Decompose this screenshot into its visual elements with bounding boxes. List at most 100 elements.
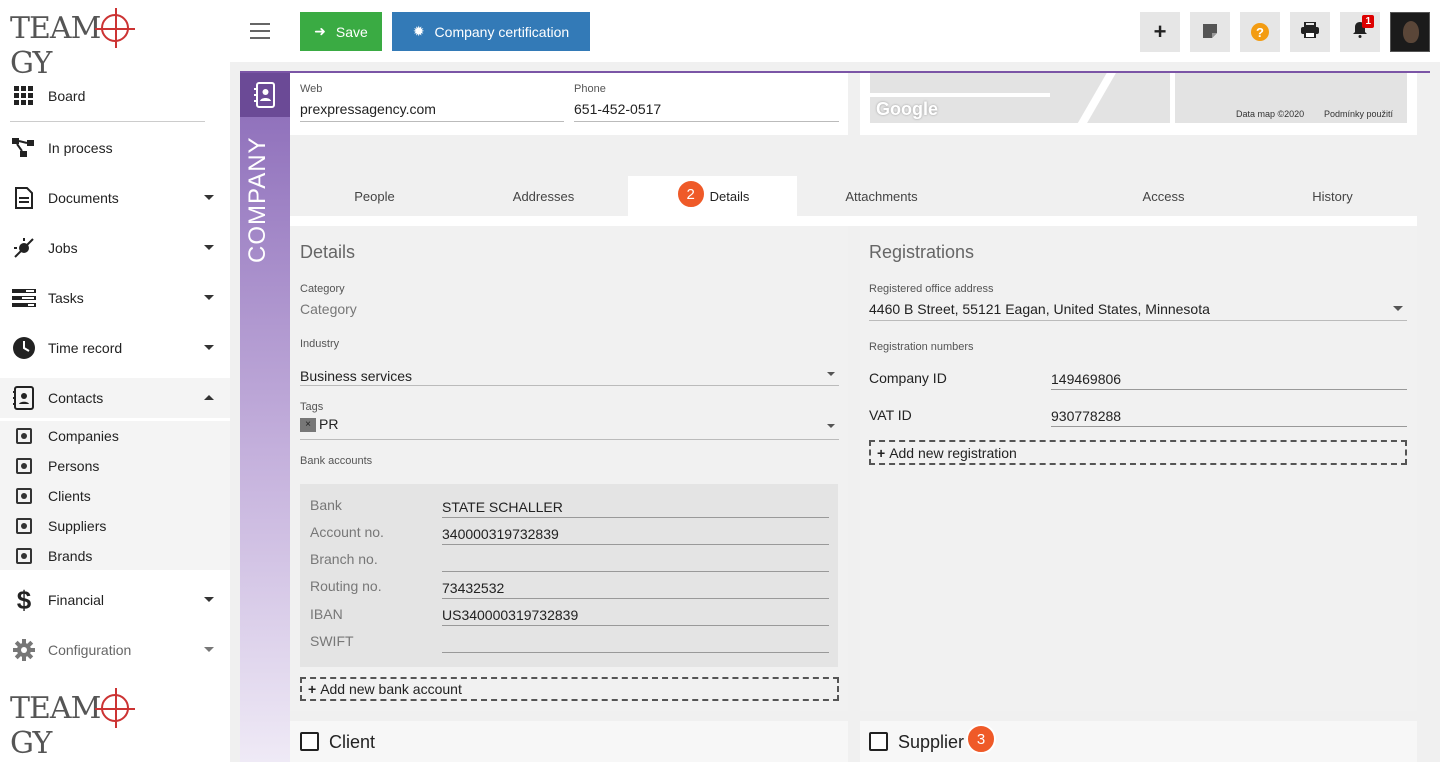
tab-details[interactable]: 2 Details bbox=[628, 176, 797, 216]
sidebar-item-suppliers[interactable]: Suppliers bbox=[0, 511, 230, 541]
sidebar-subitem-label: Persons bbox=[48, 458, 100, 474]
step-badge: 3 bbox=[966, 724, 996, 754]
add-bank-label: Add new bank account bbox=[320, 681, 462, 697]
registrations-title: Registrations bbox=[869, 242, 975, 262]
bank-account-box: Bank STATE SCHALLER Account no. 34000031… bbox=[300, 484, 838, 667]
tags-underline bbox=[300, 439, 839, 440]
phone-field[interactable]: 651-452-0517 bbox=[574, 101, 661, 117]
gear-icon bbox=[12, 638, 36, 662]
tab-addresses[interactable]: Addresses bbox=[459, 176, 628, 216]
contact-card: Web prexpressagency.com Phone 651-452-05… bbox=[290, 73, 848, 135]
save-button[interactable]: ➜ Save bbox=[300, 12, 382, 51]
contacts-icon bbox=[12, 386, 36, 410]
add-bank-account-button[interactable]: + Add new bank account bbox=[300, 677, 839, 701]
supplier-checkbox[interactable] bbox=[869, 732, 888, 751]
sidebar-item-clients[interactable]: Clients bbox=[0, 481, 230, 511]
tab-history[interactable]: History bbox=[1248, 176, 1417, 216]
tags-label: Tags bbox=[300, 401, 324, 413]
add-registration-button[interactable]: + Add new registration bbox=[869, 440, 1407, 465]
contact-card-icon bbox=[16, 488, 32, 504]
help-button[interactable]: ? bbox=[1240, 12, 1280, 52]
plus-icon: + bbox=[308, 681, 317, 697]
user-avatar[interactable] bbox=[1390, 12, 1430, 52]
sidebar-item-financial[interactable]: $ Financial bbox=[0, 580, 230, 620]
chevron-down-icon bbox=[204, 647, 214, 652]
notes-button[interactable] bbox=[1190, 12, 1230, 52]
tab-label: Details bbox=[709, 188, 750, 204]
cert-button-label: Company certification bbox=[434, 23, 570, 40]
client-label: Client bbox=[329, 732, 376, 752]
tab-access[interactable]: Access bbox=[1079, 176, 1248, 216]
notifications-button[interactable]: 1 bbox=[1340, 12, 1380, 52]
add-button[interactable]: + bbox=[1140, 12, 1180, 52]
map-data-text: Data map ©2020 bbox=[1236, 109, 1305, 119]
contact-book-icon bbox=[240, 73, 290, 117]
document-icon bbox=[12, 186, 36, 210]
details-title: Details bbox=[300, 242, 356, 262]
category-label: Category bbox=[300, 283, 345, 295]
sidebar-item-companies[interactable]: Companies bbox=[0, 421, 230, 451]
sidebar-item-board[interactable]: Board bbox=[0, 76, 230, 116]
web-field[interactable]: prexpressagency.com bbox=[300, 101, 436, 117]
sidebar-subitem-label: Brands bbox=[48, 548, 93, 564]
sidebar-item-label: Documents bbox=[48, 190, 119, 206]
sidebar-item-contacts[interactable]: Contacts bbox=[0, 378, 230, 418]
sidebar: TEAMGY Board In process Documents Jobs T… bbox=[0, 0, 230, 762]
company-id-field[interactable]: 149469806 bbox=[1051, 371, 1121, 387]
registrations-panel bbox=[860, 226, 1417, 711]
map-terms-link[interactable]: Podmínky použití bbox=[1324, 109, 1393, 119]
chevron-down-icon bbox=[204, 597, 214, 602]
account-no-label: Account no. bbox=[310, 524, 384, 540]
account-no-field[interactable]: 340000319732839 bbox=[442, 526, 559, 542]
office-address-select[interactable]: 4460 B Street, 55121 Eagan, United State… bbox=[869, 301, 1210, 317]
tab-underline bbox=[290, 216, 1417, 226]
vat-id-field[interactable]: 930778288 bbox=[1051, 408, 1121, 424]
sidebar-item-brands[interactable]: Brands bbox=[0, 541, 230, 571]
flow-icon bbox=[12, 136, 36, 160]
tab-label: People bbox=[354, 188, 395, 204]
field-underline bbox=[442, 544, 829, 545]
field-underline bbox=[442, 598, 829, 599]
main-content: COMPANY Web prexpressagency.com Phone 65… bbox=[230, 62, 1440, 762]
sign-in-icon: ➜ bbox=[314, 23, 326, 39]
bank-name-field[interactable]: STATE SCHALLER bbox=[442, 499, 563, 515]
save-button-label: Save bbox=[335, 23, 368, 40]
contact-card-icon bbox=[16, 428, 32, 444]
print-button[interactable] bbox=[1290, 12, 1330, 52]
phone-label: Phone bbox=[574, 83, 606, 95]
tab-bar: People Addresses 2 Details Attachments A… bbox=[290, 176, 1417, 216]
tags-select[interactable]: × PR bbox=[300, 416, 338, 433]
tab-attachments[interactable]: Attachments bbox=[797, 176, 966, 216]
sidebar-item-documents[interactable]: Documents bbox=[0, 178, 230, 218]
map-view[interactable]: Google Data map ©2020 Podmínky použití bbox=[870, 73, 1407, 123]
tab-label: Attachments bbox=[845, 188, 918, 204]
iban-field[interactable]: US340000319732839 bbox=[442, 607, 578, 623]
web-underline bbox=[300, 121, 564, 122]
sidebar-item-persons[interactable]: Persons bbox=[0, 451, 230, 481]
app-logo[interactable]: TEAMGY bbox=[10, 8, 160, 81]
supplier-label: Supplier bbox=[898, 732, 965, 752]
vat-id-underline bbox=[1051, 426, 1407, 427]
chevron-up-icon bbox=[204, 395, 214, 400]
company-id-label: Company ID bbox=[869, 370, 947, 386]
step-badge: 2 bbox=[675, 179, 706, 209]
routing-no-field[interactable]: 73432532 bbox=[442, 580, 504, 596]
client-checkbox[interactable] bbox=[300, 732, 319, 751]
sidebar-item-jobs[interactable]: Jobs bbox=[0, 228, 230, 268]
contact-card-icon bbox=[16, 548, 32, 564]
remove-tag-icon[interactable]: × bbox=[300, 418, 316, 433]
menu-icon[interactable] bbox=[250, 23, 270, 39]
tab-people[interactable]: People bbox=[290, 176, 459, 216]
company-certification-button[interactable]: ✹ Company certification bbox=[392, 12, 590, 51]
category-field[interactable]: Category bbox=[300, 301, 357, 317]
sidebar-item-in-process[interactable]: In process bbox=[0, 128, 230, 168]
sidebar-item-label: Contacts bbox=[48, 390, 104, 406]
sidebar-item-time-record[interactable]: Time record bbox=[0, 328, 230, 368]
sticky-note-icon bbox=[1203, 22, 1217, 43]
sidebar-item-tasks[interactable]: Tasks bbox=[0, 278, 230, 318]
clock-icon bbox=[12, 336, 36, 360]
tab-label: History bbox=[1312, 188, 1353, 204]
industry-select[interactable]: Business services bbox=[300, 368, 412, 384]
sidebar-item-configuration[interactable]: Configuration bbox=[0, 630, 230, 670]
company-vertical-label: COMPANY bbox=[244, 136, 271, 263]
